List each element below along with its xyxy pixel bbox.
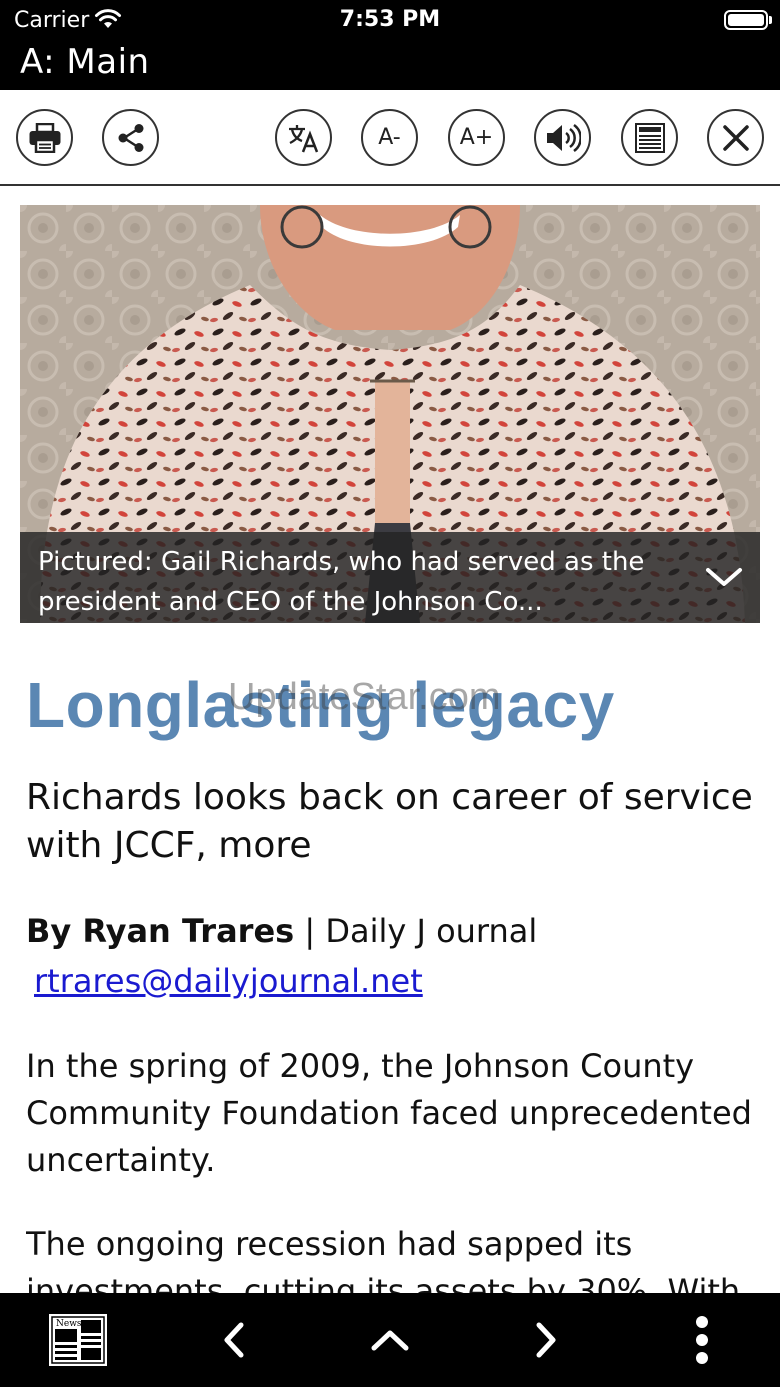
chevron-down-icon[interactable] — [704, 562, 744, 592]
newspaper-icon — [634, 122, 665, 153]
sections-button[interactable]: News — [40, 1293, 116, 1387]
author-name: By Ryan Trares — [26, 912, 295, 950]
font-decrease-button[interactable]: A- — [361, 109, 418, 166]
font-increase-icon: A+ — [459, 125, 494, 150]
article-subheadline: Richards looks back on career of service… — [26, 777, 753, 866]
more-vertical-icon — [696, 1316, 708, 1364]
newspaper-sections-icon: News — [49, 1314, 107, 1366]
caption-text: Pictured: Gail Richards, who had served … — [38, 547, 645, 617]
chevron-up-icon — [371, 1330, 409, 1351]
more-options-button[interactable] — [680, 1293, 724, 1387]
scroll-top-button[interactable] — [360, 1293, 420, 1387]
print-icon — [29, 122, 60, 153]
article-paragraph: In the spring of 2009, the Johnson Count… — [26, 1047, 752, 1179]
audio-button[interactable] — [534, 109, 591, 166]
font-increase-button[interactable]: A+ — [448, 109, 505, 166]
speaker-icon — [546, 123, 581, 152]
next-article-button[interactable] — [516, 1293, 576, 1387]
previous-article-button[interactable] — [204, 1293, 264, 1387]
translate-icon — [288, 124, 318, 152]
page-title: A: Main — [20, 42, 150, 82]
newspaper-button[interactable] — [621, 109, 678, 166]
chevron-left-icon — [224, 1322, 244, 1358]
close-icon — [722, 124, 749, 151]
chevron-right-icon — [536, 1322, 556, 1358]
battery-tip — [769, 16, 772, 24]
publication-name: | Daily J ournal — [294, 912, 538, 950]
status-bar: Carrier 7:53 PM — [0, 0, 780, 40]
title-bar: A: Main — [0, 40, 780, 90]
battery-icon — [724, 10, 768, 30]
print-button[interactable] — [16, 109, 73, 166]
svg-text:News: News — [56, 1319, 82, 1329]
share-button[interactable] — [102, 109, 159, 166]
author-email-link[interactable]: rtrares@dailyjournal.net — [34, 962, 423, 1000]
clock: 7:53 PM — [339, 7, 441, 32]
bottom-navigation-bar: News — [0, 1293, 780, 1387]
font-decrease-icon: A- — [378, 125, 401, 150]
byline: By Ryan Trares | Daily J ournal — [26, 912, 537, 950]
watermark: UpdateStar.com — [228, 676, 501, 718]
photo-caption[interactable]: Pictured: Gail Richards, who had served … — [20, 532, 760, 623]
close-button[interactable] — [707, 109, 764, 166]
article-paragraph: The ongoing recession had sapped its inv… — [26, 1225, 741, 1293]
share-icon — [118, 123, 143, 152]
article-toolbar: A- A+ — [0, 90, 780, 186]
translate-button[interactable] — [275, 109, 332, 166]
